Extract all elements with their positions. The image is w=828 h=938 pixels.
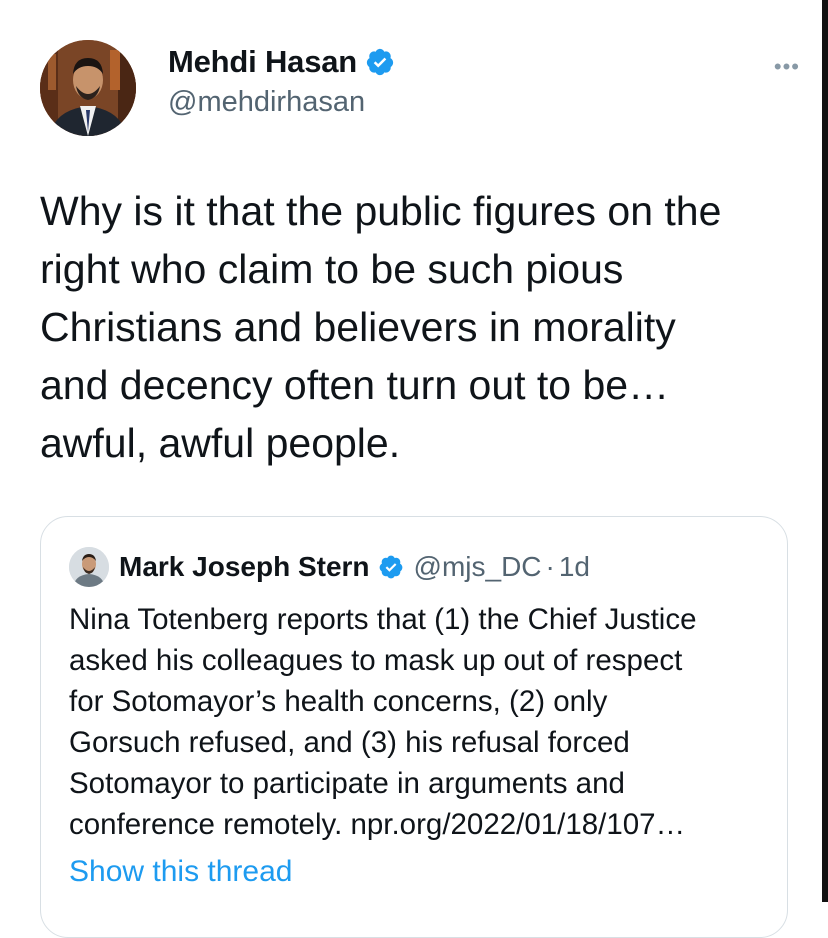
quoted-tweet[interactable]: Mark Joseph Stern @mjs_DC · 1d Nina Tote…: [40, 516, 788, 938]
show-thread-link[interactable]: Show this thread: [69, 855, 292, 889]
quoted-author-avatar[interactable]: [69, 547, 109, 587]
author-handle[interactable]: @mehdirhasan: [168, 86, 365, 119]
tweet-header: Mehdi Hasan @mehdirhasan •••: [40, 40, 800, 136]
separator-dot: ·: [545, 551, 555, 582]
author-avatar-image: [40, 40, 136, 136]
quoted-tweet-timestamp[interactable]: 1d: [559, 551, 590, 583]
quoted-author-handle[interactable]: @mjs_DC: [414, 551, 542, 583]
verified-badge-icon: [379, 555, 402, 579]
quoted-author-avatar-image: [69, 547, 109, 587]
author-name-row: Mehdi Hasan: [168, 44, 395, 80]
more-options-icon[interactable]: •••: [774, 54, 800, 80]
quoted-tweet-text: Nina Totenberg reports that (1) the Chie…: [69, 603, 697, 841]
quoted-tweet-header: Mark Joseph Stern @mjs_DC · 1d: [69, 547, 590, 587]
screen-edge: [822, 0, 828, 902]
tweet-text: Why is it that the public figures on the…: [40, 188, 722, 466]
verified-badge-icon: [366, 48, 394, 76]
quoted-author-name[interactable]: Mark Joseph Stern: [119, 551, 370, 583]
author-avatar[interactable]: [40, 40, 136, 136]
author-name[interactable]: Mehdi Hasan: [168, 44, 357, 80]
